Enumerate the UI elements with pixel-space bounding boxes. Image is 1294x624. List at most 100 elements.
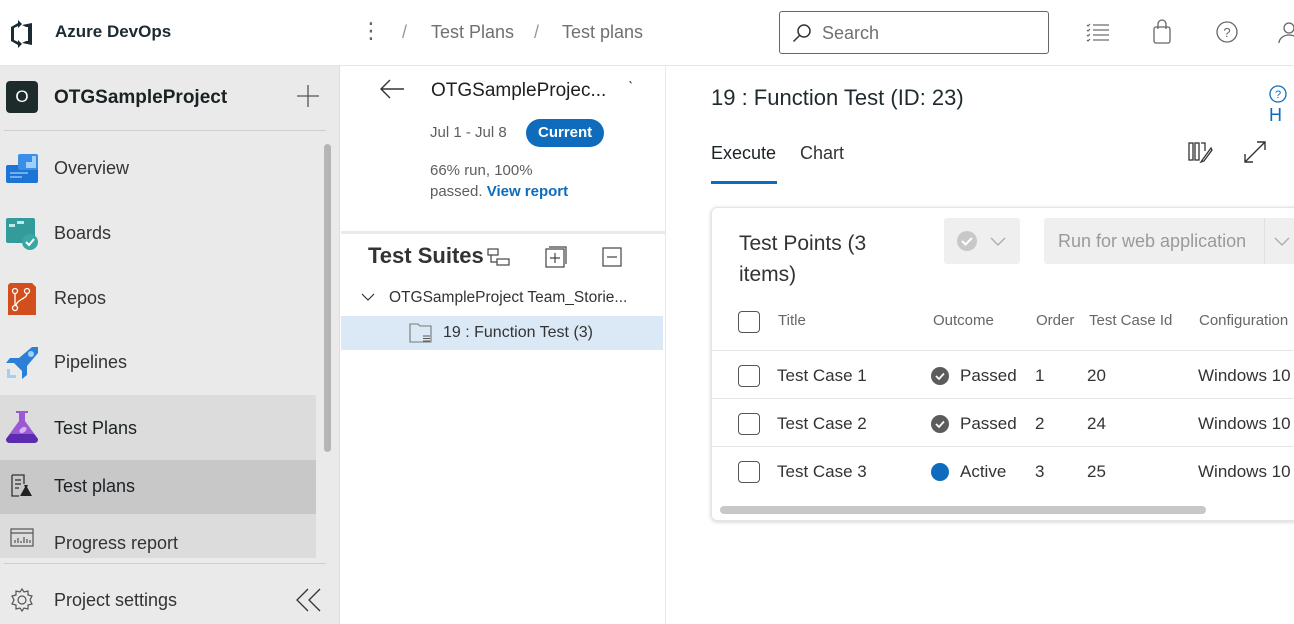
- azure-devops-logo-icon[interactable]: [8, 20, 36, 48]
- breadcrumb-test-plans-hub[interactable]: Test Plans: [431, 22, 514, 43]
- cell-order: 3: [1035, 462, 1045, 481]
- tab-execute[interactable]: Execute: [711, 143, 776, 164]
- check-circle-icon: [957, 231, 977, 251]
- top-bar: Azure DevOps ⋮ / Test Plans / Test plans…: [0, 0, 1294, 66]
- cell-test-case-id: 25: [1087, 462, 1106, 481]
- project-settings-button[interactable]: Project settings: [0, 570, 340, 624]
- sidebar-scrollbar[interactable]: [324, 144, 331, 452]
- column-header-configuration[interactable]: Configuration: [1199, 312, 1288, 329]
- divider: [4, 563, 326, 564]
- more-actions-icon[interactable]: ⋮: [360, 18, 382, 44]
- cell-test-case-id: 24: [1087, 414, 1106, 433]
- full-screen-icon[interactable]: [1242, 139, 1268, 165]
- suite-tree-root[interactable]: OTGSampleProject Team_Storie...: [341, 281, 663, 315]
- cell-title[interactable]: Test Case 2: [777, 414, 867, 434]
- cell-outcome: Passed: [960, 414, 1017, 433]
- search-input[interactable]: [822, 20, 1022, 46]
- collapse-all-icon[interactable]: [600, 245, 624, 269]
- test-plans-icon: [6, 411, 38, 443]
- sidebar-item-boards[interactable]: Boards: [0, 207, 316, 261]
- split-divider: [1264, 218, 1265, 264]
- sidebar-item-label: Test plans: [54, 476, 136, 496]
- column-header-test-case-id[interactable]: Test Case Id: [1089, 312, 1172, 329]
- svg-text:?: ?: [1275, 89, 1281, 101]
- sidebar-item-test-plans[interactable]: Test plans: [0, 460, 316, 514]
- test-plan-pane: OTGSampleProjec... ˋ Jul 1 - Jul 8 Curre…: [341, 66, 666, 624]
- sidebar-item-pipelines[interactable]: Pipelines: [0, 336, 316, 390]
- suite-title: 19 : Function Test (ID: 23): [711, 85, 964, 110]
- plan-name[interactable]: OTGSampleProjec...: [431, 80, 606, 102]
- row-checkbox[interactable]: [738, 413, 760, 435]
- help-link[interactable]: ? H: [1269, 84, 1294, 126]
- breadcrumb-test-plans-page[interactable]: Test plans: [562, 22, 643, 43]
- sidebar-item-label: Progress report: [54, 533, 179, 553]
- sidebar-item-overview[interactable]: Overview: [0, 142, 316, 196]
- help-circle-icon: ?: [1269, 85, 1287, 103]
- suite-tree-item-label: 19 : Function Test (3): [443, 324, 593, 341]
- cell-title[interactable]: Test Case 1: [777, 366, 867, 386]
- sidebar-item-label: Test Plans: [54, 418, 138, 438]
- sidebar-item-test-plans-hub[interactable]: Test Plans: [0, 395, 316, 460]
- row-checkbox[interactable]: [738, 461, 760, 483]
- progress-report-icon: [10, 528, 34, 547]
- cell-outcome: Passed: [960, 366, 1017, 385]
- chevron-down-icon[interactable]: [361, 290, 375, 304]
- current-iteration-badge: Current: [526, 119, 605, 147]
- back-arrow-icon[interactable]: [379, 76, 405, 102]
- help-icon[interactable]: ?: [1214, 19, 1240, 45]
- cell-title[interactable]: Test Case 3: [777, 462, 867, 482]
- test-points-card: Test Points (3 items) Run for web applic…: [711, 207, 1294, 521]
- work-items-list-icon[interactable]: [1085, 19, 1111, 45]
- horizontal-scrollbar[interactable]: [720, 506, 1206, 514]
- brand-name[interactable]: Azure DevOps: [55, 22, 171, 42]
- chevron-down-icon: [990, 237, 1006, 246]
- active-tab-indicator: [711, 181, 777, 184]
- sidebar-item-label: Pipelines: [54, 352, 128, 372]
- overview-icon: [6, 154, 38, 183]
- column-options-icon[interactable]: [1187, 139, 1213, 165]
- collapse-sidebar-icon[interactable]: [296, 588, 322, 612]
- cell-configuration: Windows 10: [1198, 462, 1291, 481]
- suite-tree-item-selected[interactable]: 19 : Function Test (3): [341, 316, 663, 350]
- passed-icon: [931, 367, 949, 385]
- cell-order: 1: [1035, 366, 1045, 385]
- test-plans-sub-icon: [11, 474, 32, 497]
- project-name[interactable]: OTGSampleProject: [54, 87, 227, 109]
- mark-outcome-button[interactable]: [944, 218, 1020, 264]
- tab-chart[interactable]: Chart: [800, 143, 844, 164]
- select-all-checkbox[interactable]: [738, 311, 760, 333]
- column-header-outcome[interactable]: Outcome: [933, 312, 994, 329]
- run-button-label: Run for web application: [1058, 231, 1247, 251]
- user-settings-icon[interactable]: [1276, 19, 1294, 45]
- plan-dates: Jul 1 - Jul 8: [430, 124, 507, 141]
- breadcrumb-separator: /: [402, 22, 408, 42]
- test-points-title: Test Points (3 items): [739, 232, 867, 286]
- breadcrumb-separator: /: [534, 22, 540, 42]
- view-report-link[interactable]: View report: [487, 183, 568, 200]
- search-box[interactable]: [779, 11, 1049, 54]
- column-header-order[interactable]: Order: [1036, 312, 1074, 329]
- plan-selector-chevron-icon[interactable]: ˋ: [628, 80, 633, 98]
- cell-outcome: Active: [960, 462, 1007, 481]
- plan-stats: 66% run, 100% passed. View report: [430, 160, 580, 202]
- sidebar: O OTGSampleProject Overview Boards Repos…: [0, 66, 340, 624]
- test-suites-heading: Test Suites: [368, 243, 484, 268]
- sidebar-item-repos[interactable]: Repos: [0, 272, 316, 326]
- project-avatar[interactable]: O: [6, 81, 38, 113]
- sidebar-item-label: Repos: [54, 288, 107, 308]
- suite-detail-pane: 19 : Function Test (ID: 23) ? H Execute …: [667, 66, 1294, 624]
- expand-all-icon[interactable]: [544, 245, 568, 269]
- row-checkbox[interactable]: [738, 365, 760, 387]
- add-icon[interactable]: [296, 84, 320, 108]
- run-for-web-application-button[interactable]: Run for web application: [1044, 218, 1294, 264]
- suite-tree-root-label: OTGSampleProject Team_Storie...: [389, 289, 628, 306]
- sidebar-item-label: Boards: [54, 223, 112, 243]
- cell-configuration: Windows 10: [1198, 366, 1291, 385]
- sidebar-item-progress-report[interactable]: Progress report: [0, 514, 316, 558]
- suite-hierarchy-icon[interactable]: [487, 245, 511, 269]
- help-link-label: H: [1269, 105, 1282, 125]
- repos-icon: [8, 283, 36, 315]
- column-header-title[interactable]: Title: [778, 312, 806, 329]
- marketplace-bag-icon[interactable]: [1149, 19, 1175, 45]
- run-options-chevron-icon[interactable]: [1274, 235, 1290, 247]
